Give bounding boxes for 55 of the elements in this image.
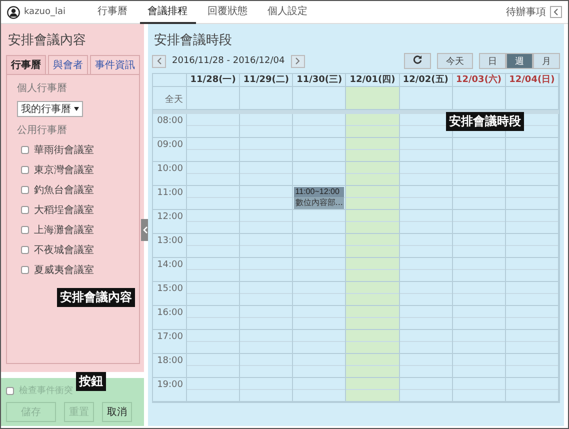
room-label: 釣魚台會議室 (34, 184, 94, 197)
event-title: 數位內容部... (294, 197, 344, 208)
day-header: 11/29(二) (240, 74, 294, 87)
annotation-tooltip: 按鈕 (76, 372, 106, 391)
todo-link[interactable]: 待辦事項 (506, 5, 546, 19)
room-checkbox[interactable] (21, 146, 29, 154)
action-button[interactable]: 取消 (102, 402, 132, 422)
room-label: 不夜城會議室 (34, 244, 94, 257)
room-label: 華雨街會議室 (34, 144, 94, 157)
refresh-icon (413, 55, 422, 64)
panel-tab[interactable]: 事件資訊 (90, 55, 140, 74)
room-checkbox[interactable] (21, 186, 29, 194)
room-checkbox[interactable] (21, 266, 29, 274)
collapse-button[interactable] (550, 6, 562, 18)
section-label: 公用行事曆 (17, 124, 68, 137)
calendar-select[interactable]: 我的行事曆 (17, 101, 83, 117)
panel-tab[interactable]: 行事曆 (6, 55, 46, 74)
panel-title: 安排會議時段 (154, 32, 233, 49)
room-checkbox[interactable] (21, 166, 29, 174)
day-header: 12/02(五) (400, 74, 453, 87)
nav-tab[interactable]: 行事曆 (90, 1, 136, 24)
section-label: 個人行事曆 (17, 82, 68, 95)
chevron-right-icon (295, 57, 300, 65)
today-button[interactable]: 今天 (437, 53, 473, 69)
chevron-left-icon (156, 57, 162, 65)
room-label: 東京灣會議室 (34, 164, 94, 177)
day-header: 12/03(六) (452, 74, 506, 87)
dropdown-arrow-icon (74, 107, 79, 111)
room-checkbox[interactable] (21, 206, 29, 214)
panel-title: 安排會議內容 (8, 32, 87, 49)
nav-tab[interactable]: 回覆狀態 (200, 1, 256, 24)
refresh-button[interactable] (404, 53, 431, 69)
previous-button[interactable] (152, 54, 166, 68)
user-avatar-icon (7, 6, 20, 18)
next-button[interactable] (290, 54, 305, 68)
annotation-tooltip: 安排會議內容 (57, 288, 135, 307)
view-button[interactable]: 月 (533, 53, 560, 69)
room-label: 大稻埕會議室 (34, 204, 94, 217)
event-time: 11:00~12:00 (294, 187, 344, 197)
room-label: 上海灘會議室 (34, 224, 94, 237)
date-range: 2016/11/28 - 2016/12/04 (172, 56, 285, 66)
room-checkbox[interactable] (21, 226, 29, 234)
day-header: 11/30(三) (293, 74, 346, 87)
day-header: 12/04(日) (506, 74, 559, 87)
chevron-left-icon (553, 8, 559, 16)
user-name: kazuo_lai (24, 7, 66, 17)
panel-tab[interactable]: 與會者 (48, 55, 88, 74)
annotation-tooltip: 安排會議時段 (446, 112, 524, 131)
room-label: 夏威夷會議室 (34, 264, 94, 277)
chevron-left-icon (142, 226, 148, 234)
room-checkbox[interactable] (21, 246, 29, 254)
day-header: 11/28(一) (187, 74, 240, 87)
nav-tab[interactable]: 個人設定 (260, 1, 316, 24)
view-button[interactable]: 週 (506, 53, 533, 69)
view-button[interactable]: 日 (479, 53, 506, 69)
